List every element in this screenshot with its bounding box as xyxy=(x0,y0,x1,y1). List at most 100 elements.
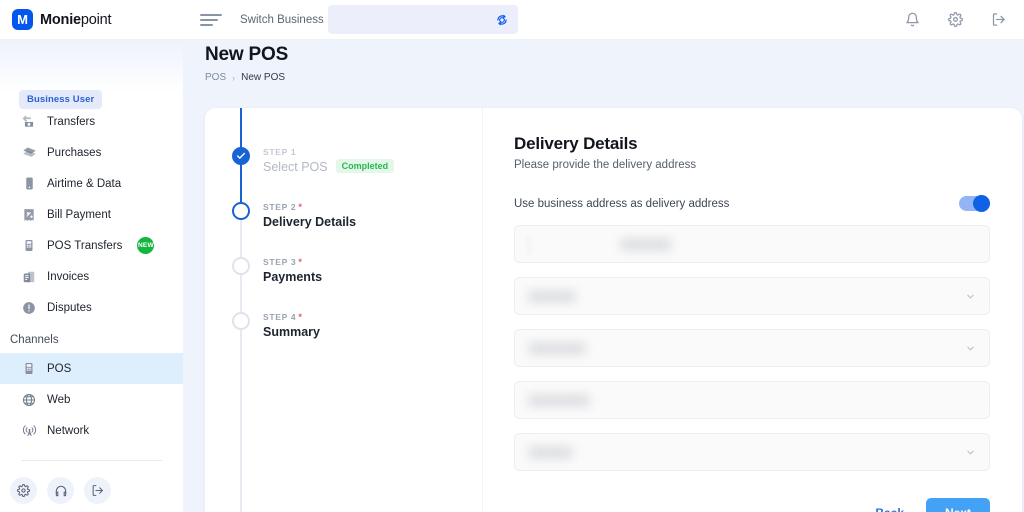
redacted-value xyxy=(528,341,586,355)
step-name: Summary xyxy=(263,325,320,339)
breadcrumb: POS › New POS xyxy=(205,72,285,83)
airtime-data-icon xyxy=(21,176,37,192)
new-pos-card: STEP 1 Select POS Completed STEP 2 * Deli… xyxy=(205,108,1022,512)
sidebar-item-pos-transfers[interactable]: POS Transfers NEW xyxy=(0,230,183,261)
form-title: Delivery Details xyxy=(514,134,638,153)
globe-icon xyxy=(21,392,37,408)
chevron-down-icon xyxy=(965,447,976,458)
moniepoint-logo-icon: M xyxy=(12,9,33,30)
gear-icon[interactable] xyxy=(10,477,37,504)
topbar-actions xyxy=(905,12,1024,27)
delivery-details-form: Delivery Details Please provide the deli… xyxy=(482,108,1022,512)
required-marker: * xyxy=(298,312,303,322)
sidebar-item-label: Transfers xyxy=(47,115,96,128)
step-number: STEP 4 * xyxy=(263,312,320,322)
logout-icon[interactable] xyxy=(84,477,111,504)
bill-payment-icon xyxy=(21,207,37,223)
wizard-stepper: STEP 1 Select POS Completed STEP 2 * Deli… xyxy=(205,108,482,512)
back-button[interactable]: Back xyxy=(865,498,914,512)
purchases-icon xyxy=(21,145,37,161)
headset-support-icon[interactable] xyxy=(47,477,74,504)
brand-name: Moniepoint xyxy=(40,12,112,28)
switch-business-label: Switch Business xyxy=(240,13,324,26)
chevron-down-icon xyxy=(965,343,976,354)
step-name: Payments xyxy=(263,270,323,284)
step-dot-upcoming-icon xyxy=(232,257,250,275)
network-tower-icon xyxy=(21,423,37,439)
redacted-value xyxy=(620,237,672,251)
pos-transfers-icon xyxy=(21,238,37,254)
form-actions: Back Next xyxy=(865,498,990,512)
step-number: STEP 3 * xyxy=(263,257,322,267)
breadcrumb-parent[interactable]: POS xyxy=(205,72,226,83)
step-number-text: STEP 2 xyxy=(263,202,297,212)
step-number-text: STEP 4 xyxy=(263,312,297,322)
sidebar-item-label: Network xyxy=(47,424,90,437)
main-content: New POS POS › New POS STEP 1 Select POS … xyxy=(183,40,1024,512)
field-caret xyxy=(528,236,530,254)
state-select[interactable] xyxy=(514,277,990,315)
hamburger-icon[interactable] xyxy=(200,13,222,26)
sidebar-section-channels: Channels xyxy=(10,334,59,346)
sidebar-item-invoices[interactable]: Invoices xyxy=(0,261,183,292)
breadcrumb-separator-icon: › xyxy=(232,72,236,83)
step-number: STEP 1 xyxy=(263,147,297,157)
business-selector[interactable] xyxy=(327,5,518,34)
lga-select[interactable] xyxy=(514,329,990,367)
next-button[interactable]: Next xyxy=(926,498,990,512)
new-badge: NEW xyxy=(137,237,155,254)
step-number: STEP 2 * xyxy=(263,202,356,212)
step-name: Delivery Details xyxy=(263,215,357,229)
sidebar-item-bill-payment[interactable]: Bill Payment xyxy=(0,199,183,230)
redacted-value xyxy=(528,445,573,459)
app-root: M Moniepoint Switch Business Business Us… xyxy=(0,0,1024,512)
step-dot-upcoming-icon xyxy=(232,312,250,330)
pos-terminal-icon xyxy=(21,361,37,377)
sidebar-footer xyxy=(0,477,183,504)
gear-icon[interactable] xyxy=(948,12,963,27)
logout-icon[interactable] xyxy=(991,12,1006,27)
sidebar-item-transfers[interactable]: Transfers xyxy=(0,106,183,137)
sidebar-item-label: POS Transfers xyxy=(47,239,123,252)
sidebar-item-label: Bill Payment xyxy=(47,208,111,221)
sidebar-item-purchases[interactable]: Purchases xyxy=(0,137,183,168)
chevron-down-icon xyxy=(965,291,976,302)
sidebar-item-label: Invoices xyxy=(47,270,90,283)
sidebar-item-airtime-data[interactable]: Airtime & Data xyxy=(0,168,183,199)
sidebar-item-web[interactable]: Web xyxy=(0,384,183,415)
step-name: Select POS xyxy=(263,160,328,174)
step-dot-current-icon xyxy=(232,202,250,220)
swap-refresh-icon[interactable] xyxy=(495,13,509,27)
brand-logo[interactable]: M Moniepoint xyxy=(0,9,183,30)
sidebar-item-network[interactable]: Network xyxy=(0,415,183,446)
required-marker: * xyxy=(298,202,303,212)
sidebar-item-label: Airtime & Data xyxy=(47,177,122,190)
bell-icon[interactable] xyxy=(905,12,920,27)
redacted-value xyxy=(528,393,590,407)
use-business-address-row: Use business address as delivery address xyxy=(514,195,990,212)
status-badge: Completed xyxy=(335,158,395,173)
sidebar-item-label: Web xyxy=(47,393,71,406)
delivery-address-field[interactable] xyxy=(514,225,990,263)
sidebar: Business User Transfers Purchases Airtim… xyxy=(0,40,183,512)
step-number-text: STEP 3 xyxy=(263,257,297,267)
disputes-icon xyxy=(21,300,37,316)
sidebar-divider xyxy=(21,460,162,461)
delivery-option-select[interactable] xyxy=(514,433,990,471)
sidebar-item-label: Purchases xyxy=(47,146,102,159)
step-dot-completed-icon xyxy=(232,147,250,165)
sidebar-item-pos[interactable]: POS xyxy=(0,353,183,384)
page-title: New POS xyxy=(205,44,289,65)
breadcrumb-current: New POS xyxy=(241,72,286,83)
top-bar: M Moniepoint Switch Business xyxy=(0,0,1024,40)
form-subtitle: Please provide the delivery address xyxy=(514,159,697,171)
sidebar-item-disputes[interactable]: Disputes xyxy=(0,292,183,323)
redacted-value xyxy=(528,289,576,303)
sidebar-top-fade xyxy=(0,40,183,92)
required-marker: * xyxy=(298,257,303,267)
use-business-address-toggle[interactable] xyxy=(959,195,990,212)
landmark-field[interactable] xyxy=(514,381,990,419)
sidebar-item-label: Disputes xyxy=(47,301,92,314)
sidebar-item-label: POS xyxy=(47,362,72,375)
toggle-knob xyxy=(973,195,990,212)
